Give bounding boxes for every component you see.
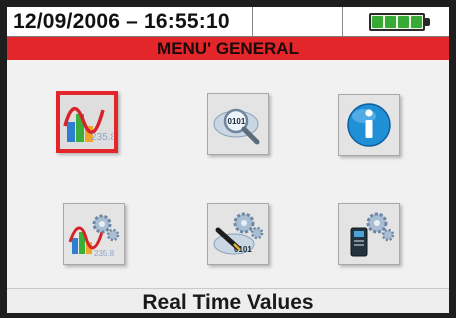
menu-item-info[interactable] — [338, 94, 400, 156]
analyzer-settings-icon: 235.8 — [68, 214, 120, 258]
menu-title: MENU' GENERAL — [7, 37, 449, 60]
battery-cell — [398, 16, 409, 28]
svg-text:235.8: 235.8 — [91, 132, 113, 143]
probe-settings-icon — [350, 212, 395, 257]
svg-text:0101: 0101 — [228, 117, 246, 126]
battery-icon — [369, 13, 425, 31]
instrument-screen: 12/09/2006 – 16:55:10 MENU' GENERAL 235.… — [7, 7, 449, 313]
selected-item-label: Real Time Values — [7, 288, 449, 313]
real-time-values-icon: 235.8 — [63, 107, 113, 143]
status-divider — [252, 7, 253, 36]
datetime: 12/09/2006 – 16:55:10 — [13, 10, 230, 33]
status-divider — [342, 7, 343, 36]
battery-tip — [425, 18, 430, 26]
general-settings-icon: 0101 — [213, 212, 264, 255]
menu-item-real-time-values[interactable]: 235.8 — [56, 91, 118, 153]
search-data-icon: 0101 — [213, 108, 260, 145]
menu-item-general-settings[interactable]: 0101 — [207, 203, 269, 265]
battery-cell — [385, 16, 396, 28]
battery-cell — [411, 16, 422, 28]
battery-cell — [372, 16, 383, 28]
svg-text:235.8: 235.8 — [94, 249, 115, 258]
status-bar: 12/09/2006 – 16:55:10 — [7, 7, 449, 37]
info-icon — [347, 103, 391, 147]
menu-item-analyzer-settings[interactable]: 235.8 — [63, 203, 125, 265]
menu-item-probe-settings[interactable] — [338, 203, 400, 265]
menu-item-search-data[interactable]: 0101 — [207, 93, 269, 155]
